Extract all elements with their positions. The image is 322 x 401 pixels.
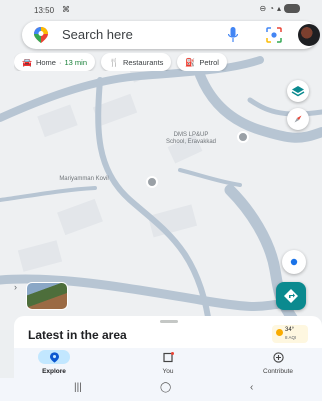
my-location-icon xyxy=(290,258,298,266)
tab-explore[interactable]: Explore xyxy=(14,348,94,378)
sheet-title: Latest in the area xyxy=(28,328,127,342)
layers-button[interactable] xyxy=(287,80,309,102)
compass-button[interactable] xyxy=(287,108,309,130)
weather-temp: 34° xyxy=(285,327,295,333)
status-bar: 13:50 ⌘ ⊖ ◔ ▴ xyxy=(0,0,322,20)
sun-icon xyxy=(276,329,283,336)
maps-pin-icon xyxy=(34,27,48,43)
back-icon[interactable]: ‹ xyxy=(250,382,253,393)
search-input[interactable]: Search here xyxy=(62,27,133,42)
my-location-button[interactable] xyxy=(282,250,306,274)
chip-petrol[interactable]: ⛽ Petrol xyxy=(177,53,227,71)
weather-aqi: 8 AQI xyxy=(285,335,297,340)
pin-icon xyxy=(38,350,70,364)
mic-icon[interactable] xyxy=(228,27,238,43)
bottom-navigation: Explore You Contribute xyxy=(14,348,322,378)
layers-icon xyxy=(291,86,305,97)
category-chips: 🚘 Home · 13 min 🍴 Restaurants ⛽ Petrol xyxy=(14,53,322,71)
dnd-icon: ⊖ xyxy=(259,4,267,13)
signal-icon: ▴ xyxy=(276,4,281,13)
system-navigation-bar: ||| ◯ ‹ xyxy=(0,378,322,401)
chip-petrol-label: Petrol xyxy=(199,57,219,67)
tab-contribute-label: Contribute xyxy=(263,368,293,375)
tab-explore-label: Explore xyxy=(42,368,66,375)
account-avatar[interactable] xyxy=(298,24,320,46)
school-poi-icon[interactable] xyxy=(237,131,249,143)
battery-icon xyxy=(284,4,300,13)
directions-icon xyxy=(284,289,298,303)
map-label-temple: Mariyamman Kovil xyxy=(59,176,109,182)
thumbnail-scroll-icon[interactable]: › xyxy=(14,282,22,300)
chip-home-label: Home xyxy=(35,57,56,67)
weather-badge[interactable]: 34° 8 AQI xyxy=(272,325,308,343)
sheet-drag-handle[interactable] xyxy=(160,320,178,323)
search-bar[interactable]: Search here xyxy=(22,21,320,49)
lens-icon[interactable] xyxy=(266,27,282,43)
map-roads xyxy=(0,0,322,330)
car-icon: 🚘 xyxy=(22,57,32,67)
tab-you-label: You xyxy=(162,368,174,375)
wifi-icon: ◔ xyxy=(269,4,274,13)
tab-you[interactable]: You xyxy=(128,348,208,378)
status-extra: ⌘ xyxy=(62,5,70,14)
map-canvas[interactable]: DMS LP&UP School, Eravakkad Mariyamman K… xyxy=(0,0,322,330)
chip-home[interactable]: 🚘 Home · 13 min xyxy=(14,53,95,71)
chip-home-eta: 13 min xyxy=(64,57,87,67)
home-icon[interactable]: ◯ xyxy=(160,382,171,393)
latest-in-area-sheet[interactable]: Latest in the area 34° 8 AQI xyxy=(14,316,322,348)
tab-contribute[interactable]: Contribute xyxy=(238,348,318,378)
map-label-school: DMS LP&UP School, Eravakkad xyxy=(165,132,217,145)
saved-flag-icon xyxy=(152,350,184,364)
fork-knife-icon: 🍴 xyxy=(109,57,119,67)
status-time: 13:50 xyxy=(34,6,55,15)
chip-restaurants-label: Restaurants xyxy=(122,57,164,67)
status-icons: ⊖ ◔ ▴ xyxy=(259,4,300,13)
temple-poi-icon[interactable] xyxy=(146,176,158,188)
compass-icon xyxy=(294,115,302,123)
recents-icon[interactable]: ||| xyxy=(74,382,82,393)
directions-button[interactable] xyxy=(276,282,306,310)
chip-restaurants[interactable]: 🍴 Restaurants xyxy=(101,53,172,71)
fuel-pump-icon: ⛽ xyxy=(185,57,196,67)
plus-circle-icon xyxy=(262,350,294,364)
area-photo-thumbnail[interactable] xyxy=(26,282,68,310)
